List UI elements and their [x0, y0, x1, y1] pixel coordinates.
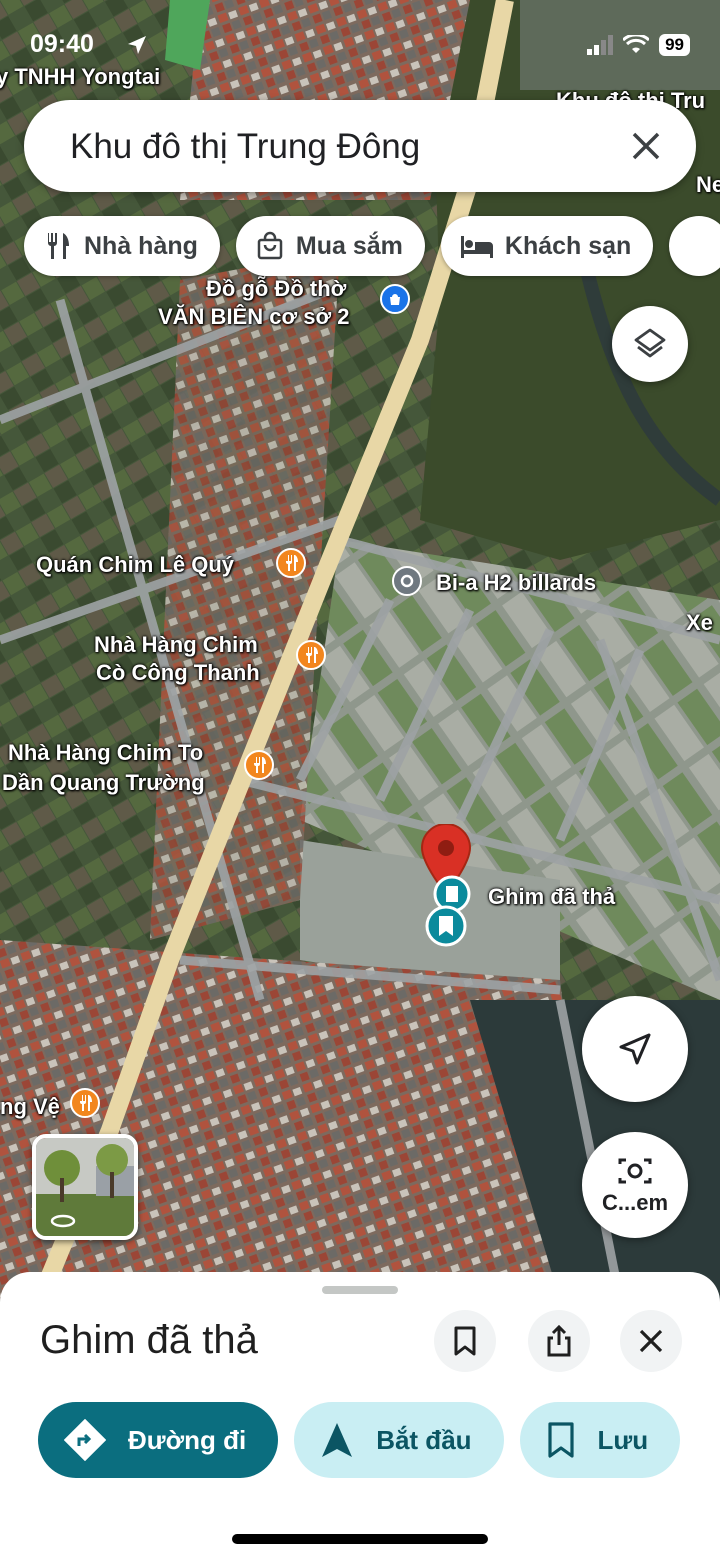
- save-label: Lưu: [597, 1424, 649, 1455]
- location-arrow-icon: [128, 36, 146, 54]
- signal-icon: [587, 35, 614, 55]
- bookmark-icon: [454, 1326, 476, 1356]
- restaurant-poi-icon[interactable]: [244, 750, 274, 780]
- lens-label: C...em: [601, 1190, 669, 1215]
- shopping-bag-icon: [257, 231, 283, 260]
- map-label-yongtai: y TNHH Yongtai: [0, 64, 161, 89]
- status-time: 09:40: [30, 30, 94, 58]
- restaurant-poi-icon[interactable]: [70, 1088, 100, 1118]
- wifi-icon: [623, 35, 650, 53]
- map-label-cong-thanh-line2: Cò Công Thanh: [96, 660, 260, 685]
- status-bar: 09:40 99: [0, 28, 720, 62]
- map-label-do-go-line1: Đồ gỗ Đồ thờ: [206, 276, 347, 301]
- map-label-bia: Bi-a H2 billards: [436, 570, 597, 595]
- clear-search-icon[interactable]: [628, 128, 664, 164]
- map-label-quang-truong-line1: Nhà Hàng Chim To: [8, 740, 204, 765]
- navigation-start-icon: [322, 1423, 353, 1457]
- chip-restaurants[interactable]: Nhà hàng: [24, 216, 220, 276]
- directions-icon: [64, 1419, 106, 1461]
- chip-label: Mua sắm: [295, 231, 403, 260]
- chip-label: Khách sạn: [504, 231, 632, 260]
- map-label-xe: Xe: [686, 610, 713, 635]
- my-location-button[interactable]: [582, 996, 688, 1102]
- layers-icon: [634, 328, 666, 358]
- street-view-thumbnail[interactable]: [32, 1134, 138, 1240]
- chip-shopping[interactable]: Mua sắm: [235, 216, 425, 276]
- chip-label: Nhà hàng: [84, 231, 198, 260]
- map-label-ne: Ne: [696, 172, 720, 197]
- battery-indicator: 99: [659, 34, 690, 56]
- directions-label: Đường đi: [128, 1424, 247, 1455]
- bookmark-outline-icon: [547, 1422, 574, 1458]
- place-bottom-sheet[interactable]: Ghim đã thả Đường đi Bắt đầu Lưu: [0, 1272, 720, 1559]
- map-label-quang-truong-line2: Dần Quang Trường: [2, 770, 205, 795]
- save-place-button[interactable]: [434, 1310, 496, 1372]
- store-poi-icon[interactable]: [380, 284, 410, 314]
- restaurant-poi-icon[interactable]: [276, 548, 306, 578]
- layers-button[interactable]: [612, 306, 688, 382]
- sheet-drag-handle[interactable]: [322, 1286, 398, 1294]
- map-label-ng-ve: ng Vệ: [0, 1094, 60, 1119]
- place-title: Ghim đã thả: [40, 1318, 258, 1362]
- fork-knife-icon: [48, 233, 69, 259]
- close-sheet-button[interactable]: [620, 1310, 682, 1372]
- map-label-quan-chim: Quán Chim Lê Quý: [36, 552, 235, 577]
- share-button[interactable]: [528, 1310, 590, 1372]
- lens-button[interactable]: C...em: [582, 1132, 688, 1238]
- map-label-cong-thanh-line1: Nhà Hàng Chim: [94, 632, 258, 657]
- home-indicator: [232, 1534, 488, 1544]
- navigation-arrow-icon: [619, 1033, 651, 1065]
- chip-hotels[interactable]: Khách sạn: [440, 216, 654, 276]
- chip-more[interactable]: [669, 216, 720, 276]
- save-button[interactable]: Lưu: [519, 1402, 681, 1478]
- action-buttons: Đường đi Bắt đầu Lưu: [38, 1402, 681, 1478]
- bed-icon: [460, 236, 493, 258]
- directions-button[interactable]: Đường đi: [38, 1402, 279, 1478]
- map-label-pin: Ghim đã thả: [488, 884, 616, 909]
- close-icon: [639, 1329, 663, 1353]
- map-view[interactable]: y TNHH Yongtai Khu đô thị Tru Ne Đồ gỗ Đ…: [0, 0, 720, 1300]
- share-icon: [547, 1324, 571, 1357]
- saved-place-icon[interactable]: [424, 904, 468, 948]
- category-chips: Nhà hàng Mua sắm Khách sạn: [24, 216, 720, 276]
- search-bar[interactable]: Khu đô thị Trung Đông: [24, 100, 696, 192]
- search-query[interactable]: Khu đô thị Trung Đông: [70, 127, 420, 167]
- rotate-360-icon: [50, 1214, 76, 1228]
- camera-search-icon: [618, 1158, 652, 1184]
- start-button[interactable]: Bắt đầu: [294, 1402, 504, 1478]
- map-label-do-go-line2: VĂN BIÊN cơ sở 2: [158, 304, 350, 329]
- start-label: Bắt đầu: [376, 1424, 472, 1455]
- billiards-poi-icon[interactable]: [392, 566, 422, 596]
- restaurant-poi-icon[interactable]: [296, 640, 326, 670]
